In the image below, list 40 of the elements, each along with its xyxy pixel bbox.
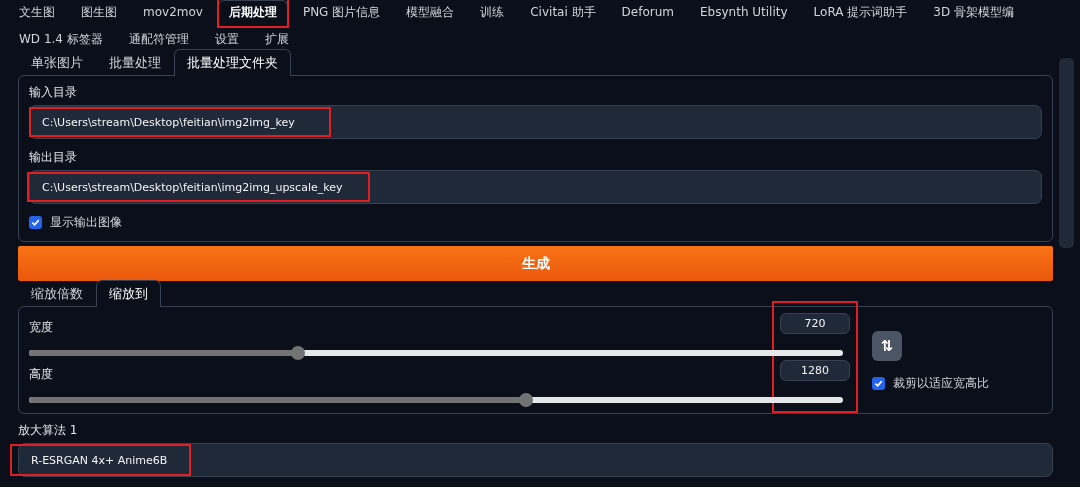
dropdown-value: R-ESRGAN 4x+ Anime6B: [30, 453, 169, 469]
tab[interactable]: 批量处理: [96, 49, 174, 76]
tab[interactable]: mov2mov: [132, 0, 214, 25]
field-label: 放大算法 1: [18, 422, 78, 439]
slider-thumb[interactable]: [290, 346, 305, 360]
tab[interactable]: 通配符管理: [117, 27, 200, 52]
tab[interactable]: 训练: [469, 0, 516, 25]
tab[interactable]: Ebsynth Utility: [689, 0, 799, 25]
checkbox[interactable]: [29, 216, 42, 229]
tab[interactable]: 缩放到: [96, 280, 161, 307]
number-field[interactable]: 1280: [780, 360, 850, 381]
swap-button[interactable]: ⇅: [872, 331, 902, 361]
tab[interactable]: 图生图: [70, 0, 128, 25]
field-label: 输入目录: [29, 84, 77, 101]
slider-thumb[interactable]: [518, 393, 533, 407]
tab[interactable]: WD 1.4 标签器: [8, 27, 114, 52]
checkbox-label: 裁剪以适应宽高比: [893, 375, 989, 392]
tab[interactable]: 设置: [203, 27, 250, 52]
number-field[interactable]: 720: [780, 313, 850, 334]
checkbox-label: 显示输出图像: [50, 214, 122, 231]
tab[interactable]: LoRA 提示词助手: [802, 0, 919, 25]
checkbox[interactable]: [872, 377, 885, 390]
tab[interactable]: Deforum: [610, 0, 685, 25]
slider-label: 宽度: [29, 319, 53, 336]
slider-label: 高度: [29, 366, 53, 383]
input-field[interactable]: C:\Users\stream\Desktop\feitian\img2img_key: [29, 105, 1042, 139]
input-field[interactable]: C:\Users\stream\Desktop\feitian\img2img_upscale_key: [29, 170, 1042, 204]
tab[interactable]: 扩展: [253, 27, 300, 52]
tab[interactable]: 3D 骨架模型编: [922, 0, 1025, 25]
tab[interactable]: Civitai 助手: [519, 0, 607, 25]
tab[interactable]: 缩放倍数: [18, 280, 96, 307]
tab[interactable]: 模型融合: [395, 0, 466, 25]
scrollbar-thumb[interactable]: [1059, 58, 1074, 248]
field-label: 输出目录: [29, 149, 77, 166]
tab[interactable]: 批量处理文件夹: [174, 49, 291, 76]
tab[interactable]: PNG 图片信息: [291, 0, 392, 25]
tab[interactable]: 文生图: [8, 0, 66, 25]
field-value: C:\Users\stream\Desktop\feitian\img2img_upscale_key: [41, 180, 344, 196]
field-value: C:\Users\stream\Desktop\feitian\img2img_key: [41, 115, 296, 131]
tab[interactable]: 单张图片: [18, 49, 96, 76]
